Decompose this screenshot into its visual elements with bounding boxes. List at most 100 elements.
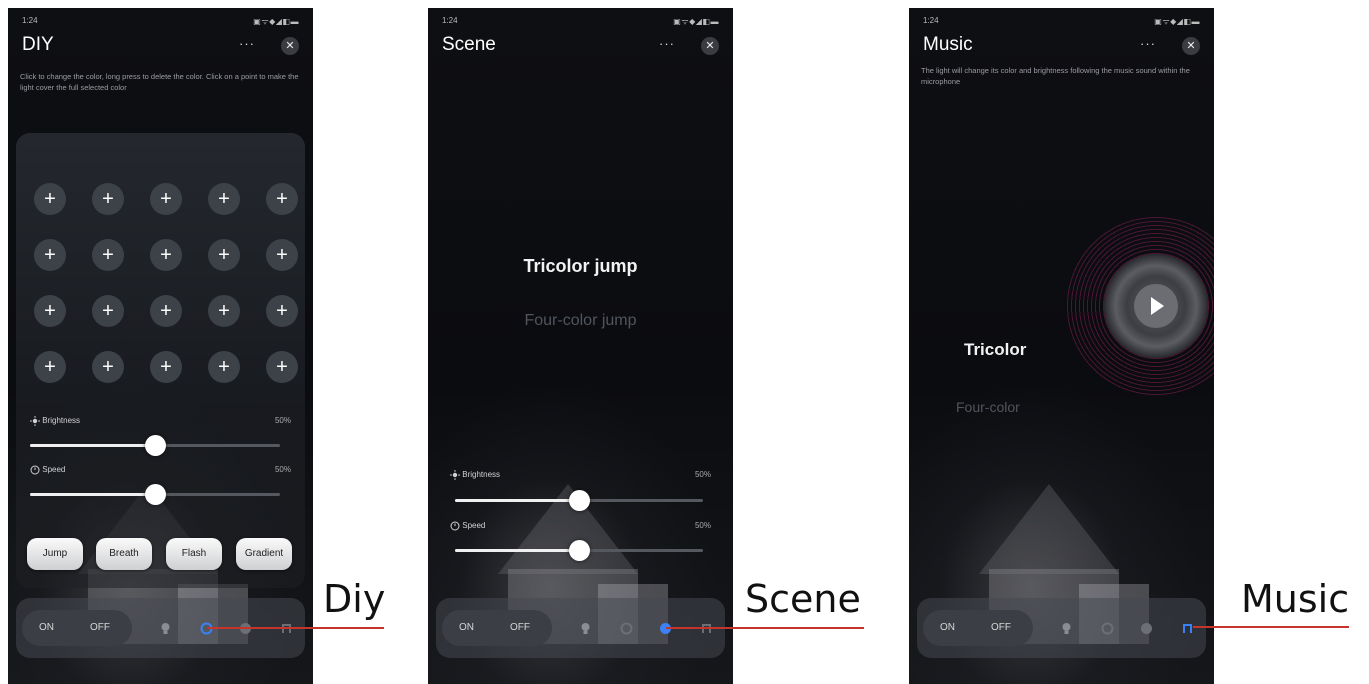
timer-icon: [450, 521, 460, 531]
speed-label: Speed: [42, 465, 66, 475]
more-options-icon[interactable]: ···: [1140, 36, 1156, 51]
on-button[interactable]: ON: [940, 610, 955, 646]
instructions-text: Click to change the color, long press to…: [20, 72, 299, 92]
status-bar: 1:24 ▣ᯤ◆◢◧▬: [22, 16, 299, 28]
close-icon[interactable]: ✕: [701, 37, 719, 55]
sun-icon: [450, 470, 460, 480]
add-color-slot-button[interactable]: +: [92, 239, 124, 271]
timer-icon: [30, 465, 40, 475]
scene-pointer-line: [666, 627, 864, 629]
add-color-slot-button[interactable]: +: [266, 183, 298, 215]
music-mode-option[interactable]: Four-color: [956, 399, 1020, 415]
flash-mode-button[interactable]: Flash: [166, 538, 222, 570]
diy-screen: 1:24 ▣ᯤ◆◢◧▬ DIY ··· ✕ Click to change th…: [8, 8, 313, 684]
color-slot-grid: + + + + + + + + + + + + + + + + + + + +: [34, 183, 304, 383]
scene-option[interactable]: Four-color jump: [428, 312, 733, 330]
brightness-label: Brightness: [462, 470, 501, 480]
status-bar: 1:24 ▣ᯤ◆◢◧▬: [923, 16, 1200, 28]
bottom-bar: ON OFF: [917, 598, 1206, 658]
brightness-value: 50%: [694, 470, 711, 479]
brightness-label: Brightness: [42, 416, 81, 426]
page-title: Music: [923, 34, 973, 55]
bulb-icon[interactable]: [1060, 622, 1073, 635]
add-color-slot-button[interactable]: +: [34, 295, 66, 327]
add-color-slot-button[interactable]: +: [208, 239, 240, 271]
jump-mode-button[interactable]: Jump: [27, 538, 83, 570]
brightness-row: Brightness 50%: [450, 470, 711, 480]
add-color-slot-button[interactable]: +: [150, 295, 182, 327]
status-icons: ▣ᯤ◆◢◧▬: [673, 17, 719, 26]
speed-slider[interactable]: [30, 484, 280, 505]
add-color-slot-button[interactable]: +: [34, 351, 66, 383]
on-button[interactable]: ON: [459, 610, 474, 646]
speed-slider[interactable]: [455, 540, 703, 561]
add-color-slot-button[interactable]: +: [34, 183, 66, 215]
bulb-icon[interactable]: [579, 622, 592, 635]
more-options-icon[interactable]: ···: [239, 36, 255, 51]
power-toggle: ON OFF: [923, 610, 1033, 646]
on-button[interactable]: ON: [39, 610, 54, 646]
close-icon[interactable]: ✕: [1182, 37, 1200, 55]
off-button[interactable]: OFF: [510, 610, 530, 646]
more-options-icon[interactable]: ···: [659, 36, 675, 51]
brightness-slider-thumb[interactable]: [145, 435, 166, 456]
speed-row: Speed 50%: [30, 465, 291, 475]
brightness-slider[interactable]: [455, 490, 703, 511]
status-time: 1:24: [442, 16, 458, 25]
scene-label: Scene: [745, 577, 861, 621]
bulb-icon[interactable]: [159, 622, 172, 635]
brightness-slider-fill: [455, 499, 579, 502]
palette-icon[interactable]: [1140, 622, 1153, 635]
sound-visualizer: [1066, 216, 1214, 396]
play-icon: [1151, 297, 1164, 315]
add-color-slot-button[interactable]: +: [266, 351, 298, 383]
sun-icon: [30, 416, 40, 426]
add-color-slot-button[interactable]: +: [150, 183, 182, 215]
add-color-slot-button[interactable]: +: [92, 183, 124, 215]
status-bar: 1:24 ▣ᯤ◆◢◧▬: [442, 16, 719, 28]
status-icons: ▣ᯤ◆◢◧▬: [1154, 17, 1200, 26]
play-button[interactable]: [1134, 284, 1178, 328]
brightness-slider[interactable]: [30, 435, 280, 456]
brightness-slider-thumb[interactable]: [569, 490, 590, 511]
add-color-slot-button[interactable]: +: [266, 295, 298, 327]
add-color-slot-button[interactable]: +: [34, 239, 66, 271]
page-title: Scene: [442, 34, 496, 55]
add-color-slot-button[interactable]: +: [92, 295, 124, 327]
add-color-slot-button[interactable]: +: [208, 351, 240, 383]
add-color-slot-button[interactable]: +: [92, 351, 124, 383]
diy-label: Diy: [323, 577, 386, 621]
music-tab-icon[interactable]: [1181, 622, 1194, 635]
close-icon[interactable]: ✕: [281, 37, 299, 55]
add-color-slot-button[interactable]: +: [208, 295, 240, 327]
music-mode-selected[interactable]: Tricolor: [964, 340, 1026, 360]
page-title: DIY: [22, 34, 54, 55]
speed-slider-fill: [30, 493, 155, 496]
speed-value: 50%: [274, 465, 291, 474]
speed-slider-fill: [455, 549, 579, 552]
gradient-mode-button[interactable]: Gradient: [236, 538, 292, 570]
add-color-slot-button[interactable]: +: [208, 183, 240, 215]
speed-slider-thumb[interactable]: [145, 484, 166, 505]
brightness-slider-fill: [30, 444, 155, 447]
status-icons: ▣ᯤ◆◢◧▬: [253, 17, 299, 26]
speed-row: Speed 50%: [450, 521, 711, 531]
scene-screen: 1:24 ▣ᯤ◆◢◧▬ Scene ··· ✕ Tricolor jump Fo…: [428, 8, 733, 684]
off-button[interactable]: OFF: [90, 610, 110, 646]
music-label: Music: [1241, 577, 1350, 621]
off-button[interactable]: OFF: [991, 610, 1011, 646]
music-screen: 1:24 ▣ᯤ◆◢◧▬ Music ··· ✕ The light will c…: [909, 8, 1214, 684]
diy-tab-icon[interactable]: [1101, 622, 1114, 635]
breath-mode-button[interactable]: Breath: [96, 538, 152, 570]
instructions-text: The light will change its color and brig…: [921, 66, 1190, 86]
add-color-slot-button[interactable]: +: [266, 239, 298, 271]
add-color-slot-button[interactable]: +: [150, 239, 182, 271]
power-toggle: ON OFF: [442, 610, 552, 646]
brightness-value: 50%: [274, 416, 291, 425]
scene-option-selected[interactable]: Tricolor jump: [428, 256, 733, 277]
speed-value: 50%: [694, 521, 711, 530]
add-color-slot-button[interactable]: +: [150, 351, 182, 383]
diy-tab-icon[interactable]: [620, 622, 633, 635]
music-disc: [1104, 254, 1208, 358]
speed-slider-thumb[interactable]: [569, 540, 590, 561]
